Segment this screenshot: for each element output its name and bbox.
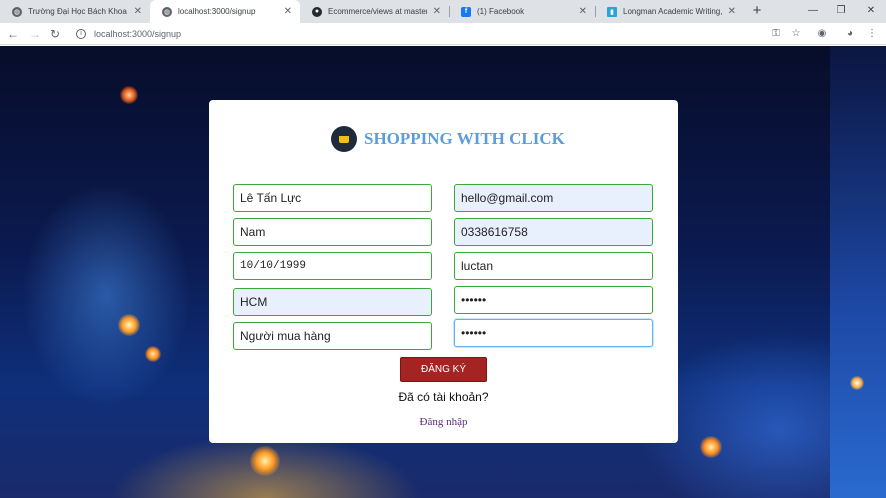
have-account-text: Đã có tài khoản? [398, 390, 489, 404]
book-icon: ▮ [607, 6, 617, 17]
login-link[interactable]: Đăng nhập [209, 416, 678, 428]
signup-card: SHOPPING WITH CLICK ĐĂNG KÝ Đã có tài kh… [209, 100, 678, 443]
password-field[interactable] [454, 286, 653, 314]
tab-title: Ecommerce/views at master · n [328, 7, 427, 16]
light-flare [700, 436, 722, 458]
email-field[interactable] [454, 184, 653, 212]
menu-kebab-icon[interactable]: ⋮ [864, 26, 880, 42]
username-field[interactable] [454, 252, 653, 280]
page-background: SHOPPING WITH CLICK ĐĂNG KÝ Đã có tài kh… [0, 46, 886, 498]
browser-toolbar: ← → ↻ i localhost:3000/signup ⚿ ☆ ◉ ◕ ⋮ [0, 23, 886, 45]
browser-tab[interactable]: ▮ Longman Academic Writing, Se ✕ [595, 0, 744, 23]
profile-icon[interactable]: ◕ [842, 26, 858, 42]
browser-tab[interactable]: ◍ Trường Đại Học Bách Khoa Tp.H ✕ [0, 0, 150, 23]
close-window-icon[interactable]: ✕ [856, 0, 886, 23]
gender-field[interactable] [233, 218, 432, 246]
close-tab-icon[interactable]: ✕ [433, 6, 441, 17]
role-field[interactable] [233, 322, 432, 350]
register-button[interactable]: ĐĂNG KÝ [400, 357, 487, 382]
browser-tab-bar: ◍ Trường Đại Học Bách Khoa Tp.H ✕ ◍ loca… [0, 0, 886, 23]
facebook-icon: f [461, 6, 471, 17]
light-flare [850, 376, 864, 390]
minimize-window-icon[interactable]: — [798, 0, 828, 23]
browser-tab[interactable]: ● Ecommerce/views at master · n ✕ [300, 0, 449, 23]
close-tab-icon[interactable]: ✕ [728, 6, 736, 17]
star-icon[interactable]: ☆ [788, 26, 804, 42]
reload-icon[interactable]: ↻ [46, 25, 64, 43]
close-tab-icon[interactable]: ✕ [579, 6, 587, 17]
address-bar[interactable]: i localhost:3000/signup [70, 25, 758, 43]
close-tab-icon[interactable]: ✕ [134, 6, 142, 17]
key-icon[interactable]: ⚿ [768, 26, 784, 42]
info-icon[interactable]: i [76, 29, 86, 39]
phone-field[interactable] [454, 218, 653, 246]
tab-title: (1) Facebook [477, 7, 525, 16]
full-name-field[interactable] [233, 184, 432, 212]
city-field[interactable] [233, 288, 432, 316]
brand-header: SHOPPING WITH CLICK [331, 126, 565, 152]
browser-tab-active[interactable]: ◍ localhost:3000/signup ✕ [150, 0, 300, 23]
confirm-password-field[interactable] [454, 319, 653, 347]
forward-arrow-icon[interactable]: → [26, 25, 44, 43]
shopping-cart-logo-icon [331, 126, 357, 152]
light-flare [250, 446, 280, 476]
background-edge-band [830, 46, 886, 498]
tab-title: localhost:3000/signup [178, 7, 256, 16]
birthday-field[interactable] [233, 252, 432, 280]
back-arrow-icon[interactable]: ← [4, 25, 22, 43]
globe-icon: ◍ [12, 6, 22, 17]
light-flare [145, 346, 161, 362]
url-text: localhost:3000/signup [94, 29, 182, 39]
restore-window-icon[interactable]: ❐ [826, 0, 856, 23]
browser-tab[interactable]: f (1) Facebook ✕ [449, 0, 595, 23]
globe-icon: ◍ [162, 6, 172, 17]
extension-globe-icon[interactable]: ◉ [814, 26, 830, 42]
new-tab-button[interactable]: + [748, 2, 766, 20]
light-flare [118, 314, 140, 336]
tab-title: Longman Academic Writing, Se [623, 7, 722, 16]
tab-title: Trường Đại Học Bách Khoa Tp.H [28, 7, 128, 16]
light-flare [120, 86, 138, 104]
github-icon: ● [312, 6, 322, 17]
close-tab-icon[interactable]: ✕ [284, 6, 292, 17]
brand-title: SHOPPING WITH CLICK [364, 129, 565, 148]
